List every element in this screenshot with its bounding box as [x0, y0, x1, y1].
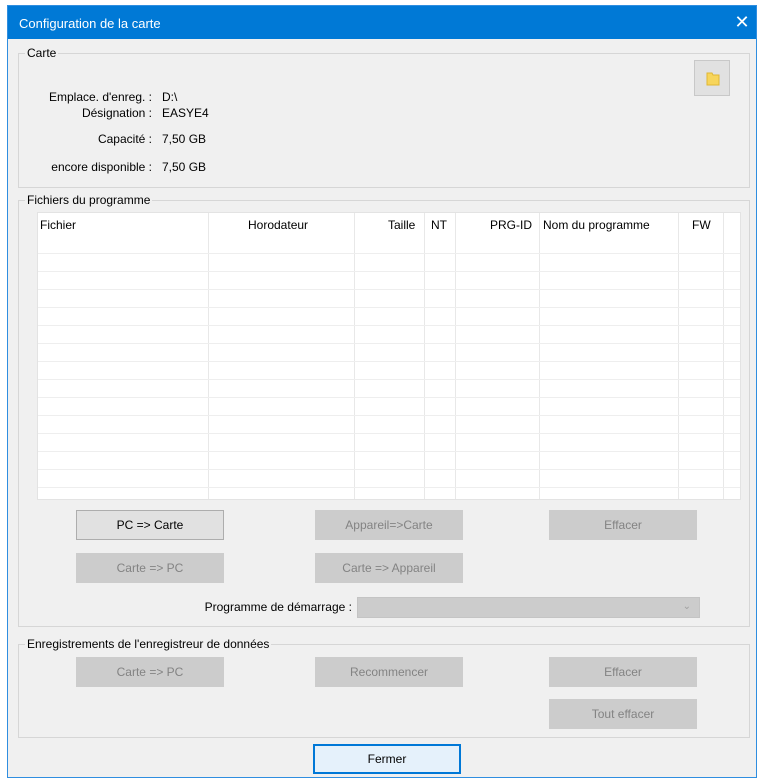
available-value: 7,50 GB: [162, 160, 207, 174]
column-divider: [455, 213, 456, 499]
browse-folder-button[interactable]: [694, 60, 730, 96]
available-label: encore disponible :: [51, 160, 152, 174]
column-divider: [723, 213, 724, 499]
program-files-group-label: Fichiers du programme: [25, 193, 153, 207]
column-header-prg-id[interactable]: PRG-ID: [490, 218, 532, 232]
capacity-value: 7,50 GB: [162, 132, 207, 146]
window-title: Configuration de la carte: [19, 16, 161, 31]
title-bar: Configuration de la carte ✕: [8, 6, 756, 39]
column-header-file[interactable]: Fichier: [40, 218, 76, 232]
capacity-label: Capacité :: [97, 132, 152, 146]
column-header-nt[interactable]: NT: [431, 218, 447, 232]
program-files-list[interactable]: Fichier Horodateur Taille NT PRG-ID Nom …: [37, 212, 741, 500]
column-header-program-name[interactable]: Nom du programme: [543, 218, 650, 232]
grid-row-line: [38, 451, 740, 452]
restart-button[interactable]: Recommencer: [315, 657, 463, 687]
card-group-label: Carte: [25, 46, 59, 60]
pc-to-card-button[interactable]: PC => Carte: [76, 510, 224, 540]
startup-program-select[interactable]: ⌄: [357, 597, 700, 618]
column-divider: [354, 213, 355, 499]
column-divider: [678, 213, 679, 499]
close-button[interactable]: Fermer: [313, 744, 461, 774]
delete-all-button[interactable]: Tout effacer: [549, 699, 697, 729]
grid-row-line: [38, 289, 740, 290]
grid-row-line: [38, 307, 740, 308]
logger-card-to-pc-button[interactable]: Carte => PC: [76, 657, 224, 687]
device-to-card-button[interactable]: Appareil=>Carte: [315, 510, 463, 540]
delete-program-button[interactable]: Effacer: [549, 510, 697, 540]
grid-row-line: [38, 415, 740, 416]
folder-icon: [706, 72, 720, 86]
designation-value: EASYE4: [162, 106, 209, 120]
grid-row-line: [38, 379, 740, 380]
storage-location-label: Emplace. d'enreg. :: [48, 90, 152, 104]
column-header-size[interactable]: Taille: [388, 218, 415, 232]
close-icon[interactable]: ✕: [728, 6, 756, 39]
grid-row-line: [38, 325, 740, 326]
datalogger-group-label: Enregistrements de l'enregistreur de don…: [25, 637, 272, 651]
designation-label: Désignation :: [81, 106, 152, 120]
column-divider: [208, 213, 209, 499]
chevron-down-icon: ⌄: [682, 601, 691, 612]
storage-location-value: D:\: [162, 90, 178, 104]
column-divider: [539, 213, 540, 499]
grid-row-line: [38, 271, 740, 272]
card-to-device-button[interactable]: Carte => Appareil: [315, 553, 463, 583]
logger-delete-button[interactable]: Effacer: [549, 657, 697, 687]
column-header-timestamp[interactable]: Horodateur: [248, 218, 308, 232]
grid-row-line: [38, 469, 740, 470]
grid-row-line: [38, 361, 740, 362]
grid-row-line: [38, 253, 740, 254]
column-divider: [424, 213, 425, 499]
grid-row-line: [38, 433, 740, 434]
card-to-pc-button[interactable]: Carte => PC: [76, 553, 224, 583]
grid-row-line: [38, 397, 740, 398]
grid-row-line: [38, 487, 740, 488]
startup-program-label: Programme de démarrage :: [204, 600, 352, 614]
grid-row-line: [38, 343, 740, 344]
column-header-fw[interactable]: FW: [692, 218, 711, 232]
list-header: Fichier Horodateur Taille NT PRG-ID Nom …: [38, 213, 740, 237]
